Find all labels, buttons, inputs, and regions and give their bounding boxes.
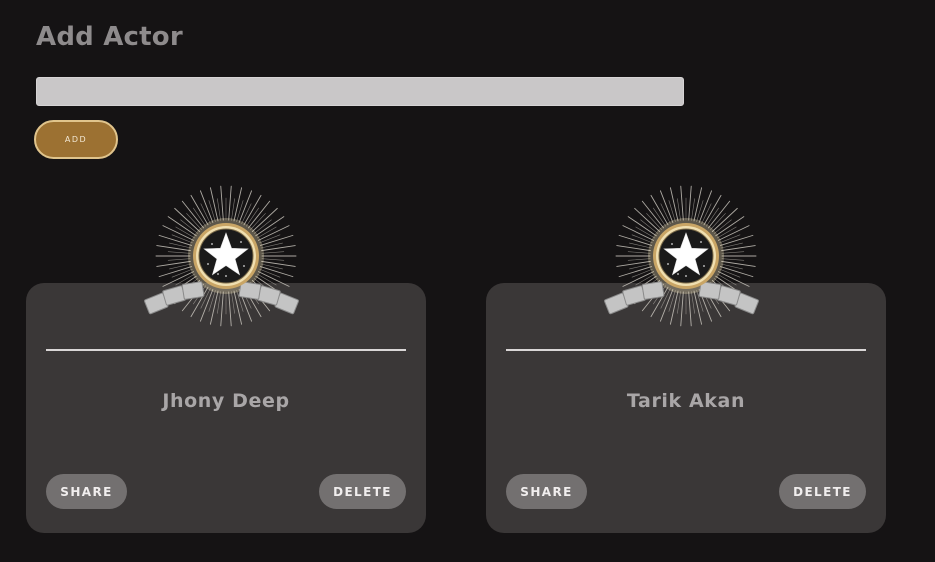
share-button[interactable]: SHARE — [506, 474, 587, 509]
star-award-icon — [596, 184, 776, 332]
star-award-icon — [136, 184, 316, 332]
delete-button[interactable]: DELETE — [779, 474, 866, 509]
add-button[interactable]: ADD — [34, 120, 118, 159]
actor-name: Jhony Deep — [162, 390, 290, 412]
page-title: Add Actor — [36, 22, 183, 52]
delete-button[interactable]: DELETE — [319, 474, 406, 509]
card-divider — [506, 349, 866, 351]
share-button[interactable]: SHARE — [46, 474, 127, 509]
card-divider — [46, 349, 406, 351]
actor-name-input[interactable] — [36, 77, 684, 106]
actor-name: Tarik Akan — [626, 390, 746, 412]
add-actor-page: Add Actor ADD Jhony Deep SHARE DELETE Ta… — [0, 0, 935, 562]
